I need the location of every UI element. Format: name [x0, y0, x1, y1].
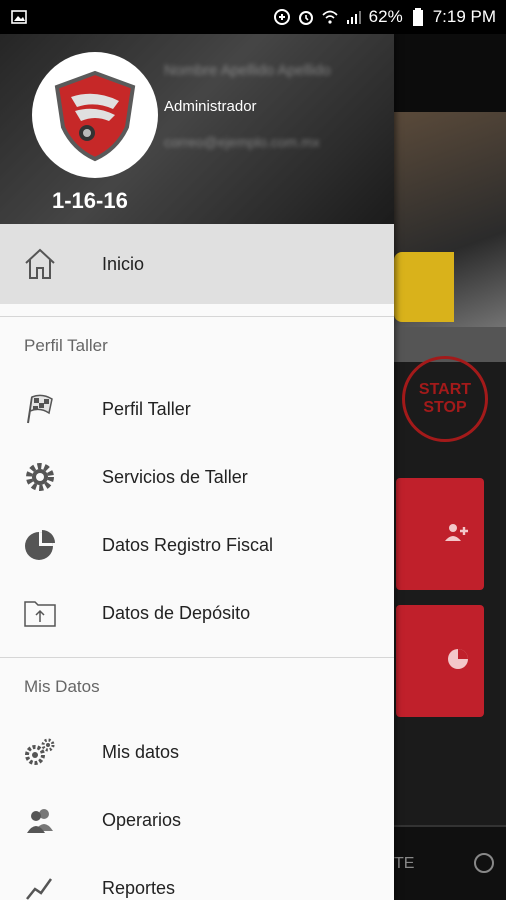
- pie-chart-icon: [22, 527, 58, 563]
- start-stop-line1: START: [418, 381, 472, 398]
- drawer-header: Nombre Apellido Apellido Administrador c…: [0, 34, 394, 224]
- users-icon: [22, 802, 58, 838]
- menu-item-inicio[interactable]: Inicio: [0, 224, 394, 304]
- gallery-notification-icon: [10, 8, 28, 26]
- battery-icon: [409, 8, 427, 26]
- shop-code: 1-16-16: [52, 188, 128, 213]
- menu-label-inicio: Inicio: [102, 253, 145, 274]
- background-toolbar: [394, 34, 506, 112]
- wifi-icon: [321, 8, 339, 26]
- menu-item-servicios[interactable]: Servicios de Taller: [0, 443, 394, 511]
- alarm-icon: [297, 8, 315, 26]
- menu-item-operarios[interactable]: Operarios: [0, 786, 394, 854]
- menu-label-perfil-taller: Perfil Taller: [102, 398, 191, 419]
- battery-percent: 62%: [368, 7, 403, 26]
- start-stop-line2: STOP: [423, 399, 467, 416]
- menu-label-operarios: Operarios: [102, 809, 182, 830]
- start-stop-button[interactable]: START STOP: [402, 356, 488, 442]
- section-header-mis-datos: Mis Datos: [24, 677, 100, 696]
- chart-line-icon: [22, 870, 58, 900]
- data-saver-icon: [273, 8, 291, 26]
- section-header-perfil-taller: Perfil Taller: [24, 336, 108, 355]
- background-bottom-bar: TE: [394, 825, 506, 900]
- clock: 7:19 PM: [432, 7, 496, 26]
- car-image: [394, 252, 454, 322]
- bottom-tab-label[interactable]: TE: [394, 855, 414, 873]
- menu-label-reportes: Reportes: [102, 877, 176, 898]
- user-name: Nombre Apellido Apellido: [164, 62, 331, 79]
- add-user-card[interactable]: [396, 478, 484, 590]
- gears-icon: [22, 734, 58, 770]
- navigation-drawer: Nombre Apellido Apellido Administrador c…: [0, 34, 394, 900]
- checkered-flag-icon: [22, 391, 58, 427]
- shield-wing-logo-icon: [54, 70, 136, 162]
- menu-label-registro-fiscal: Datos Registro Fiscal: [102, 534, 274, 555]
- drawer-menu: Inicio Perfil Taller Perfil Taller Servi…: [0, 224, 394, 900]
- status-bar: 62% 7:19 PM: [0, 0, 506, 34]
- menu-item-deposito[interactable]: Datos de Depósito: [0, 579, 394, 647]
- user-email: correo@ejemplo.com.mx: [164, 134, 320, 150]
- user-role: Administrador: [164, 98, 257, 115]
- signal-icon: [345, 8, 363, 26]
- menu-label-mis-datos: Mis datos: [102, 741, 180, 762]
- pie-chart-icon: [446, 647, 470, 676]
- folder-upload-icon: [22, 595, 58, 631]
- background-hero-image: [394, 112, 506, 362]
- menu-item-mis-datos[interactable]: Mis datos: [0, 718, 394, 786]
- home-icon: [22, 246, 58, 282]
- bottom-tab-icon[interactable]: [474, 853, 494, 873]
- report-card[interactable]: [396, 605, 484, 717]
- menu-item-registro-fiscal[interactable]: Datos Registro Fiscal: [0, 511, 394, 579]
- app-logo: [32, 52, 158, 178]
- menu-item-reportes[interactable]: Reportes: [0, 854, 394, 900]
- menu-label-servicios: Servicios de Taller: [102, 466, 248, 487]
- gear-wrench-icon: [22, 459, 58, 495]
- add-user-icon: [444, 522, 470, 547]
- menu-item-perfil-taller[interactable]: Perfil Taller: [0, 375, 394, 443]
- menu-label-deposito: Datos de Depósito: [102, 602, 251, 623]
